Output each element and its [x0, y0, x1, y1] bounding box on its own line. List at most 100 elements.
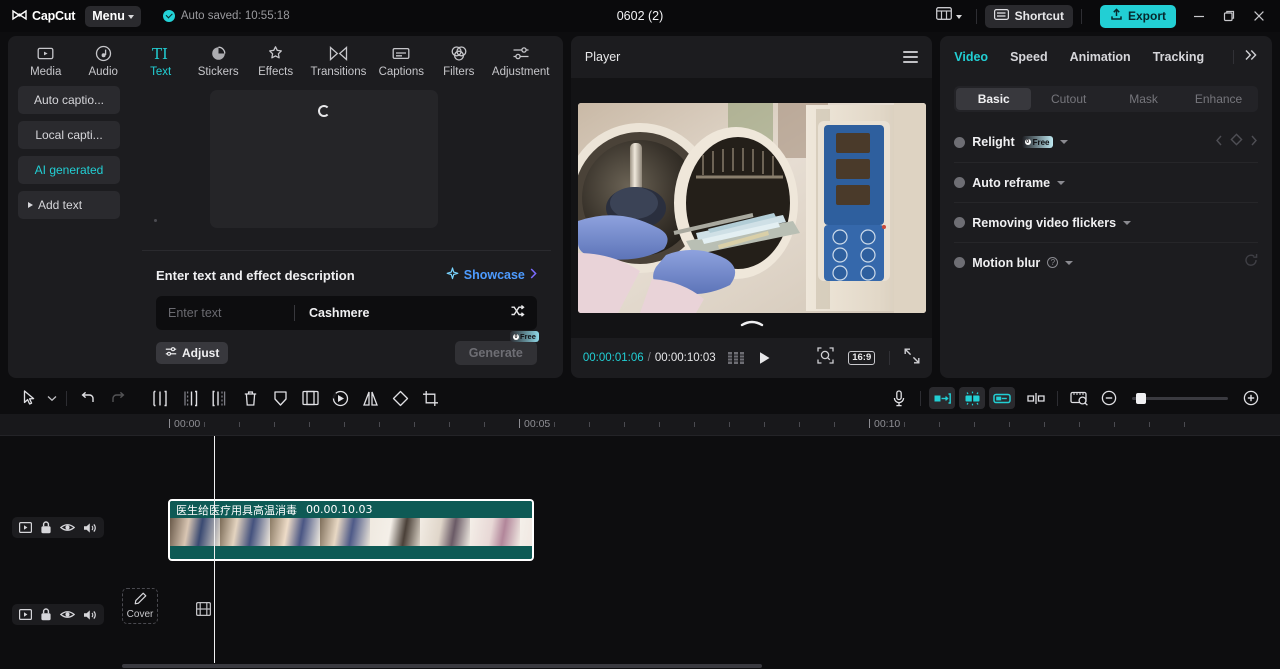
export-button[interactable]: Export: [1099, 4, 1176, 28]
trim-right-icon[interactable]: [205, 385, 235, 411]
aspect-ratio-button[interactable]: 16:9: [848, 350, 876, 366]
shuffle-icon[interactable]: [510, 304, 525, 323]
track-area[interactable]: 医生给医疗用具高温消毒 00.00.10.03 Cover: [122, 436, 1280, 663]
subtab-mask[interactable]: Mask: [1106, 88, 1181, 110]
adjust-button[interactable]: Adjust: [156, 342, 229, 364]
timeline-horizontal-scrollbar[interactable]: [0, 663, 1280, 669]
eye-icon[interactable]: [60, 522, 75, 533]
player-collapse-handle-icon[interactable]: [740, 314, 764, 332]
freeze-icon[interactable]: [265, 385, 295, 411]
cursor-dropdown-icon[interactable]: [44, 385, 60, 411]
lock-icon[interactable]: [40, 521, 52, 534]
frames-icon[interactable]: [727, 352, 746, 364]
tab-tracking[interactable]: Tracking: [1153, 50, 1204, 64]
shortcut-button[interactable]: Shortcut: [984, 4, 1073, 28]
preview-scale-icon[interactable]: [1064, 385, 1094, 411]
generate-button[interactable]: 0 Free Generate: [454, 331, 539, 365]
split-icon[interactable]: [145, 385, 175, 411]
relight-toggle[interactable]: [954, 136, 966, 148]
showcase-link[interactable]: Showcase: [446, 267, 537, 283]
showcase-label: Showcase: [463, 268, 525, 282]
chevron-double-right-icon[interactable]: [1244, 48, 1258, 66]
link-clips-icon[interactable]: [989, 387, 1015, 409]
tab-effects[interactable]: Effects: [248, 41, 303, 78]
subnav-add-text[interactable]: Add text: [18, 191, 120, 219]
divider-2: [1080, 8, 1082, 24]
cover-button[interactable]: Cover: [122, 588, 158, 624]
crop-icon[interactable]: [415, 385, 445, 411]
reverse-icon[interactable]: [325, 385, 355, 411]
eye-icon-2[interactable]: [60, 609, 75, 620]
adsorb-icon[interactable]: [1021, 385, 1051, 411]
video-track-icon[interactable]: [19, 522, 32, 533]
tab-text[interactable]: TI Text: [133, 41, 188, 78]
subtab-basic[interactable]: Basic: [956, 88, 1032, 110]
microphone-icon[interactable]: [884, 385, 914, 411]
zoom-in-icon[interactable]: [1236, 385, 1266, 411]
tab-filters[interactable]: Filters: [431, 41, 486, 78]
minimize-icon[interactable]: [1184, 2, 1214, 30]
reset-icon[interactable]: [1244, 253, 1258, 272]
video-track-icon-2[interactable]: [19, 609, 32, 620]
redo-icon[interactable]: [103, 385, 133, 411]
playhead[interactable]: [214, 436, 215, 663]
subtab-enhance[interactable]: Enhance: [1181, 88, 1256, 110]
tab-animation[interactable]: Animation: [1070, 50, 1131, 64]
player-stage[interactable]: [570, 78, 933, 338]
relight-chevron-down-icon[interactable]: [1059, 140, 1068, 144]
tab-adjustment[interactable]: Adjustment: [488, 41, 552, 78]
fullscreen-icon[interactable]: [904, 348, 920, 369]
delete-icon[interactable]: [235, 385, 265, 411]
subnav-ai-generated[interactable]: AI generated: [18, 156, 120, 184]
prompt-input-row[interactable]: Enter text Cashmere: [156, 296, 537, 330]
rotate-icon[interactable]: [385, 385, 415, 411]
tab-speed[interactable]: Speed: [1010, 50, 1048, 64]
menu-button[interactable]: Menu: [85, 5, 141, 27]
mirror-icon[interactable]: [355, 385, 385, 411]
auto-reframe-chevron-down-icon[interactable]: [1057, 180, 1066, 185]
tab-transitions[interactable]: Transitions: [305, 41, 371, 78]
lock-icon-2[interactable]: [40, 608, 52, 621]
help-icon[interactable]: ?: [1047, 257, 1059, 268]
maximize-icon[interactable]: [1214, 2, 1244, 30]
undo-icon[interactable]: [73, 385, 103, 411]
tab-stickers[interactable]: Stickers: [190, 41, 245, 78]
select-cursor-icon[interactable]: [14, 385, 44, 411]
flicker-toggle[interactable]: [954, 217, 966, 228]
zoom-slider[interactable]: [1132, 392, 1228, 404]
trim-left-icon[interactable]: [175, 385, 205, 411]
tab-audio[interactable]: Audio: [75, 41, 130, 78]
keyframe-prev-icon[interactable]: [1215, 133, 1223, 151]
motion-blur-toggle[interactable]: [954, 257, 966, 268]
motion-blur-chevron-down-icon[interactable]: [1065, 260, 1074, 265]
hamburger-icon[interactable]: [903, 51, 919, 63]
keyframe-add-icon[interactable]: [1230, 133, 1243, 151]
layout-button[interactable]: [930, 4, 968, 28]
magnifier-icon[interactable]: [817, 347, 834, 369]
tab-captions[interactable]: Captions: [374, 41, 429, 78]
zoom-out-icon[interactable]: [1094, 385, 1124, 411]
tab-media[interactable]: Media: [18, 41, 73, 78]
magnetic-snap-icon[interactable]: [959, 387, 985, 409]
table-row[interactable]: 医生给医疗用具高温消毒 00.00.10.03: [168, 499, 534, 561]
scrollbar-thumb[interactable]: [122, 664, 762, 668]
flicker-chevron-down-icon[interactable]: [1123, 220, 1132, 225]
subnav-auto-captions[interactable]: Auto captio...: [18, 86, 120, 114]
auto-fit-left-icon[interactable]: [929, 387, 955, 409]
timeline-ruler[interactable]: 00:00 00:05 00:10: [0, 414, 1280, 436]
auto-reframe-toggle[interactable]: [954, 177, 966, 188]
keyframe-next-icon[interactable]: [1250, 133, 1258, 151]
volume-icon-2[interactable]: [83, 609, 97, 621]
text-subnav: Auto captio... Local capti... AI generat…: [8, 82, 128, 378]
zoom-slider-knob[interactable]: [1136, 392, 1146, 404]
film-strip-icon[interactable]: [195, 601, 212, 621]
close-icon[interactable]: [1244, 2, 1274, 30]
play-icon[interactable]: [758, 351, 771, 365]
tab-video[interactable]: Video: [954, 50, 988, 64]
text-effect-preview[interactable]: [210, 90, 438, 228]
subnav-local-captions[interactable]: Local capti...: [18, 121, 120, 149]
volume-icon[interactable]: [83, 522, 97, 534]
subtab-cutout[interactable]: Cutout: [1031, 88, 1106, 110]
crop-frame-icon[interactable]: [295, 385, 325, 411]
prompt-actions: Adjust 0 Free Generate: [156, 331, 539, 365]
